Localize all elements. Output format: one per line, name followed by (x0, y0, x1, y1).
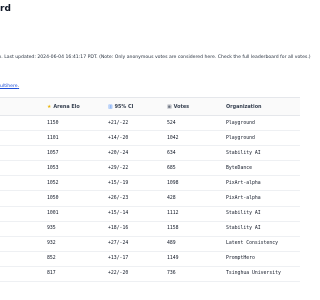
cell-95-ci: +22/-20 (108, 271, 129, 277)
cell-organization: Stability AI (226, 211, 261, 217)
table-row: 1050 +26/-23 428 PixArt-alpha (0, 191, 300, 207)
link-tail: . (17, 84, 20, 89)
cell-organization: PromptHero (226, 256, 255, 262)
cell-95-ci: +20/-24 (108, 150, 129, 156)
header-votes[interactable]: ▣ Votes (167, 98, 189, 115)
cell-arena-elo: 932 (47, 241, 56, 247)
cell-arena-elo: 1052 (47, 180, 59, 186)
cell-organization: PixArt-alpha (226, 180, 261, 186)
cell-votes: 1112 (167, 211, 179, 217)
cell-arena-elo: 1101 (47, 135, 59, 141)
cell-organization: Stability AI (226, 150, 261, 156)
table-row: 1150 +21/-22 524 Playground (0, 116, 300, 132)
cell-votes: 524 (167, 120, 176, 126)
table-row: 1101 +14/-20 1042 Playground (0, 131, 300, 147)
cell-organization: ByteDance (226, 165, 252, 171)
cell-arena-elo: 1057 (47, 150, 59, 156)
cell-votes: 736 (167, 271, 176, 277)
table-row: 932 +27/-24 489 Latent Consistency (0, 237, 300, 252)
cell-arena-elo: 1053 (47, 165, 59, 171)
table-row: 1057 +20/-24 634 Stability AI (0, 146, 300, 162)
ballot-icon: ▣ (167, 103, 172, 110)
last-updated-notice: ı. Last updated: 2024-06-04 16:41:17 PDT… (0, 55, 311, 60)
cell-votes: 428 (167, 196, 176, 202)
link-text[interactable]: ultihere (0, 84, 18, 89)
cell-votes: 1098 (167, 180, 179, 186)
cell-votes: 1149 (167, 256, 179, 262)
header-arena-elo[interactable]: ★ Arena Elo (47, 98, 80, 115)
cell-95-ci: +29/-22 (108, 165, 129, 171)
header-95-ci[interactable]: ▥ 95% CI (108, 98, 133, 115)
cell-arena-elo: 1050 (47, 196, 59, 202)
cell-arena-elo: 852 (47, 256, 56, 262)
table-row: 1001 +15/-14 1112 Stability AI (0, 207, 300, 222)
cell-organization: PixArt-alpha (226, 196, 261, 202)
table-row: 935 +18/-16 1158 Stability AI (0, 222, 300, 237)
table-row: 852 +13/-17 1149 PromptHero (0, 252, 300, 267)
header-organization[interactable]: Organization (226, 98, 262, 115)
table-row: 1053 +29/-22 685 ByteDance (0, 161, 300, 177)
cell-organization: Stability AI (226, 226, 261, 232)
cell-arena-elo: 1001 (47, 211, 59, 217)
cell-organization: Playground (226, 135, 255, 141)
star-icon: ★ (47, 103, 52, 110)
bar-chart-icon: ▥ (108, 103, 113, 110)
full-leaderboard-link[interactable]: ultihere. (0, 84, 19, 89)
header-organization-label: Organization (226, 103, 262, 110)
cell-organization: Playground (226, 120, 255, 126)
page-title: rd (0, 4, 11, 14)
cell-95-ci: +18/-16 (108, 226, 129, 232)
cell-votes: 634 (167, 150, 176, 156)
cell-arena-elo: 935 (47, 226, 56, 232)
cell-95-ci: +15/-19 (108, 180, 129, 186)
cell-votes: 489 (167, 241, 176, 247)
cell-organization: Latent Consistency (226, 241, 278, 247)
cell-95-ci: +21/-22 (108, 120, 129, 126)
cell-votes: 1042 (167, 135, 179, 141)
table-header: ★ Arena Elo ▥ 95% CI ▣ Votes Organization (0, 97, 300, 116)
cell-95-ci: +14/-20 (108, 135, 129, 141)
cell-95-ci: +27/-24 (108, 241, 129, 247)
cell-95-ci: +15/-14 (108, 211, 129, 217)
cell-arena-elo: 817 (47, 271, 56, 277)
header-votes-label: Votes (173, 103, 190, 110)
cell-arena-elo: 1150 (47, 120, 59, 126)
header-95-ci-label: 95% CI (114, 103, 134, 110)
cell-votes: 1158 (167, 226, 179, 232)
table-row: 817 +22/-20 736 Tsinghua University (0, 267, 300, 283)
cell-95-ci: +26/-23 (108, 196, 129, 202)
cell-organization: Tsinghua University (226, 271, 281, 277)
table-row: 1052 +15/-19 1098 PixArt-alpha (0, 176, 300, 192)
header-arena-elo-label: Arena Elo (53, 103, 80, 110)
cell-votes: 685 (167, 165, 176, 171)
leaderboard-table: ★ Arena Elo ▥ 95% CI ▣ Votes Organization 1… (0, 97, 300, 283)
cell-95-ci: +13/-17 (108, 256, 129, 262)
table-body: 1150 +21/-22 524 Playground 1101 +14/-20 1042 P… (0, 116, 300, 283)
